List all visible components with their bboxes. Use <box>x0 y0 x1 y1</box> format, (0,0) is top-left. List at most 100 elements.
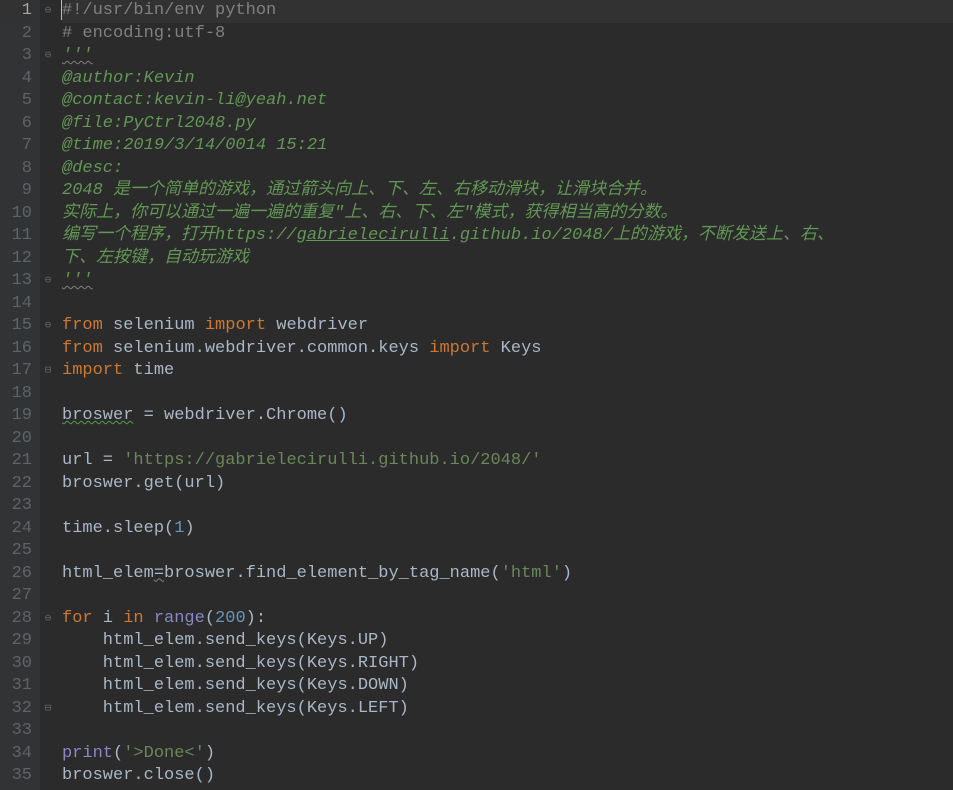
code-line[interactable]: 编写一个程序，打开https://gabrielecirulli.github.… <box>62 225 953 248</box>
code-line[interactable]: html_elem.send_keys(Keys.RIGHT) <box>62 653 953 676</box>
line-number[interactable]: 17 <box>0 360 32 383</box>
code-line[interactable]: import time <box>62 360 953 383</box>
code-token: Keys <box>490 339 541 358</box>
line-number[interactable]: 2 <box>0 23 32 46</box>
code-line[interactable]: for i in range(200): <box>62 608 953 631</box>
line-number[interactable]: 33 <box>0 720 32 743</box>
line-number[interactable]: 25 <box>0 540 32 563</box>
code-line[interactable]: from selenium import webdriver <box>62 315 953 338</box>
code-line[interactable]: broswer = webdriver.Chrome() <box>62 405 953 428</box>
code-token: ) <box>562 564 572 583</box>
code-token: broswer.get(url) <box>62 474 225 493</box>
line-number[interactable]: 10 <box>0 203 32 226</box>
fold-toggle-icon[interactable]: ⊟ <box>43 704 53 714</box>
line-number[interactable]: 31 <box>0 675 32 698</box>
code-token: 下、左按键，自动玩游戏 <box>62 249 249 268</box>
line-number[interactable]: 15 <box>0 315 32 338</box>
line-number[interactable]: 5 <box>0 90 32 113</box>
code-line[interactable]: @contact:kevin-li@yeah.net <box>62 90 953 113</box>
line-number[interactable]: 4 <box>0 68 32 91</box>
fold-toggle-icon[interactable]: ⊖ <box>43 51 53 61</box>
code-token: @contact:kevin-li@yeah.net <box>62 91 327 110</box>
line-number[interactable]: 22 <box>0 473 32 496</box>
code-line[interactable]: html_elem.send_keys(Keys.LEFT) <box>62 698 953 721</box>
line-number[interactable]: 34 <box>0 743 32 766</box>
line-number[interactable]: 1 <box>0 0 32 23</box>
line-number[interactable]: 32 <box>0 698 32 721</box>
code-line[interactable]: time.sleep(1) <box>62 518 953 541</box>
code-line[interactable]: ''' <box>62 45 953 68</box>
line-number[interactable]: 28 <box>0 608 32 631</box>
line-number[interactable]: 9 <box>0 180 32 203</box>
code-line[interactable] <box>62 293 953 316</box>
fold-column[interactable]: ⊖ ⊖ ⊖ ⊖ ⊟ ⊖ ⊟ <box>40 0 58 790</box>
code-content[interactable]: #!/usr/bin/env python# encoding:utf-8'''… <box>58 0 953 790</box>
code-token: ( <box>205 609 215 628</box>
code-line[interactable] <box>62 495 953 518</box>
code-token: ''' <box>62 271 93 290</box>
line-number[interactable]: 19 <box>0 405 32 428</box>
code-line[interactable]: @time:2019/3/14/0014 15:21 <box>62 135 953 158</box>
line-number[interactable]: 18 <box>0 383 32 406</box>
line-number[interactable]: 6 <box>0 113 32 136</box>
code-token: .github.io/2048/ <box>450 226 613 245</box>
code-line[interactable]: # encoding:utf-8 <box>62 23 953 46</box>
line-number[interactable]: 14 <box>0 293 32 316</box>
line-number[interactable]: 30 <box>0 653 32 676</box>
line-number[interactable]: 3 <box>0 45 32 68</box>
code-token: html_elem.send_keys(Keys.RIGHT) <box>62 654 419 673</box>
fold-toggle-icon[interactable]: ⊖ <box>43 614 53 624</box>
code-token: !/usr/bin/env python <box>72 1 276 20</box>
code-line[interactable] <box>62 720 953 743</box>
code-token: @author:Kevin <box>62 69 195 88</box>
code-line[interactable]: 下、左按键，自动玩游戏 <box>62 248 953 271</box>
code-line[interactable] <box>62 585 953 608</box>
line-number[interactable]: 8 <box>0 158 32 181</box>
line-number[interactable]: 16 <box>0 338 32 361</box>
line-number[interactable]: 24 <box>0 518 32 541</box>
line-number[interactable]: 23 <box>0 495 32 518</box>
code-line[interactable]: ''' <box>62 270 953 293</box>
code-line[interactable]: print('>Done<') <box>62 743 953 766</box>
line-number[interactable]: 20 <box>0 428 32 451</box>
code-line[interactable] <box>62 428 953 451</box>
line-number[interactable]: 21 <box>0 450 32 473</box>
fold-toggle-icon[interactable]: ⊖ <box>43 276 53 286</box>
code-line[interactable]: broswer.get(url) <box>62 473 953 496</box>
line-number[interactable]: 7 <box>0 135 32 158</box>
line-number[interactable]: 12 <box>0 248 32 271</box>
code-line[interactable]: #!/usr/bin/env python <box>62 0 953 23</box>
code-line[interactable]: html_elem.send_keys(Keys.DOWN) <box>62 675 953 698</box>
line-number[interactable]: 35 <box>0 765 32 788</box>
code-line[interactable]: @file:PyCtrl2048.py <box>62 113 953 136</box>
code-token: # <box>62 1 72 20</box>
code-editor[interactable]: 1234567891011121314151617181920212223242… <box>0 0 953 790</box>
code-token: print <box>62 744 113 763</box>
line-number[interactable]: 13 <box>0 270 32 293</box>
line-number[interactable]: 27 <box>0 585 32 608</box>
code-line[interactable]: broswer.close() <box>62 765 953 788</box>
code-line[interactable]: @desc: <box>62 158 953 181</box>
fold-toggle-icon[interactable]: ⊟ <box>43 366 53 376</box>
fold-toggle-icon[interactable]: ⊖ <box>43 321 53 331</box>
code-line[interactable]: url = 'https://gabrielecirulli.github.io… <box>62 450 953 473</box>
line-number[interactable]: 29 <box>0 630 32 653</box>
line-number[interactable]: 11 <box>0 225 32 248</box>
code-token: broswer <box>62 406 133 425</box>
code-token: @time:2019/3/14/0014 15:21 <box>62 136 327 155</box>
code-token: 'https://gabrielecirulli.github.io/2048/… <box>123 451 541 470</box>
code-token: 200 <box>215 609 246 628</box>
code-line[interactable] <box>62 540 953 563</box>
code-line[interactable] <box>62 383 953 406</box>
code-line[interactable]: @author:Kevin <box>62 68 953 91</box>
line-number-gutter[interactable]: 1234567891011121314151617181920212223242… <box>0 0 40 790</box>
code-line[interactable]: 2048 是一个简单的游戏，通过箭头向上、下、左、右移动滑块，让滑块合并。 <box>62 180 953 203</box>
code-line[interactable]: 实际上，你可以通过一遍一遍的重复"上、右、下、左"模式，获得相当高的分数。 <box>62 203 953 226</box>
code-line[interactable]: html_elem=broswer.find_element_by_tag_na… <box>62 563 953 586</box>
code-token: in <box>123 609 143 628</box>
fold-toggle-icon[interactable]: ⊖ <box>43 6 53 16</box>
code-line[interactable]: html_elem.send_keys(Keys.UP) <box>62 630 953 653</box>
line-number[interactable]: 26 <box>0 563 32 586</box>
code-line[interactable]: from selenium.webdriver.common.keys impo… <box>62 338 953 361</box>
code-token: selenium <box>103 316 205 335</box>
